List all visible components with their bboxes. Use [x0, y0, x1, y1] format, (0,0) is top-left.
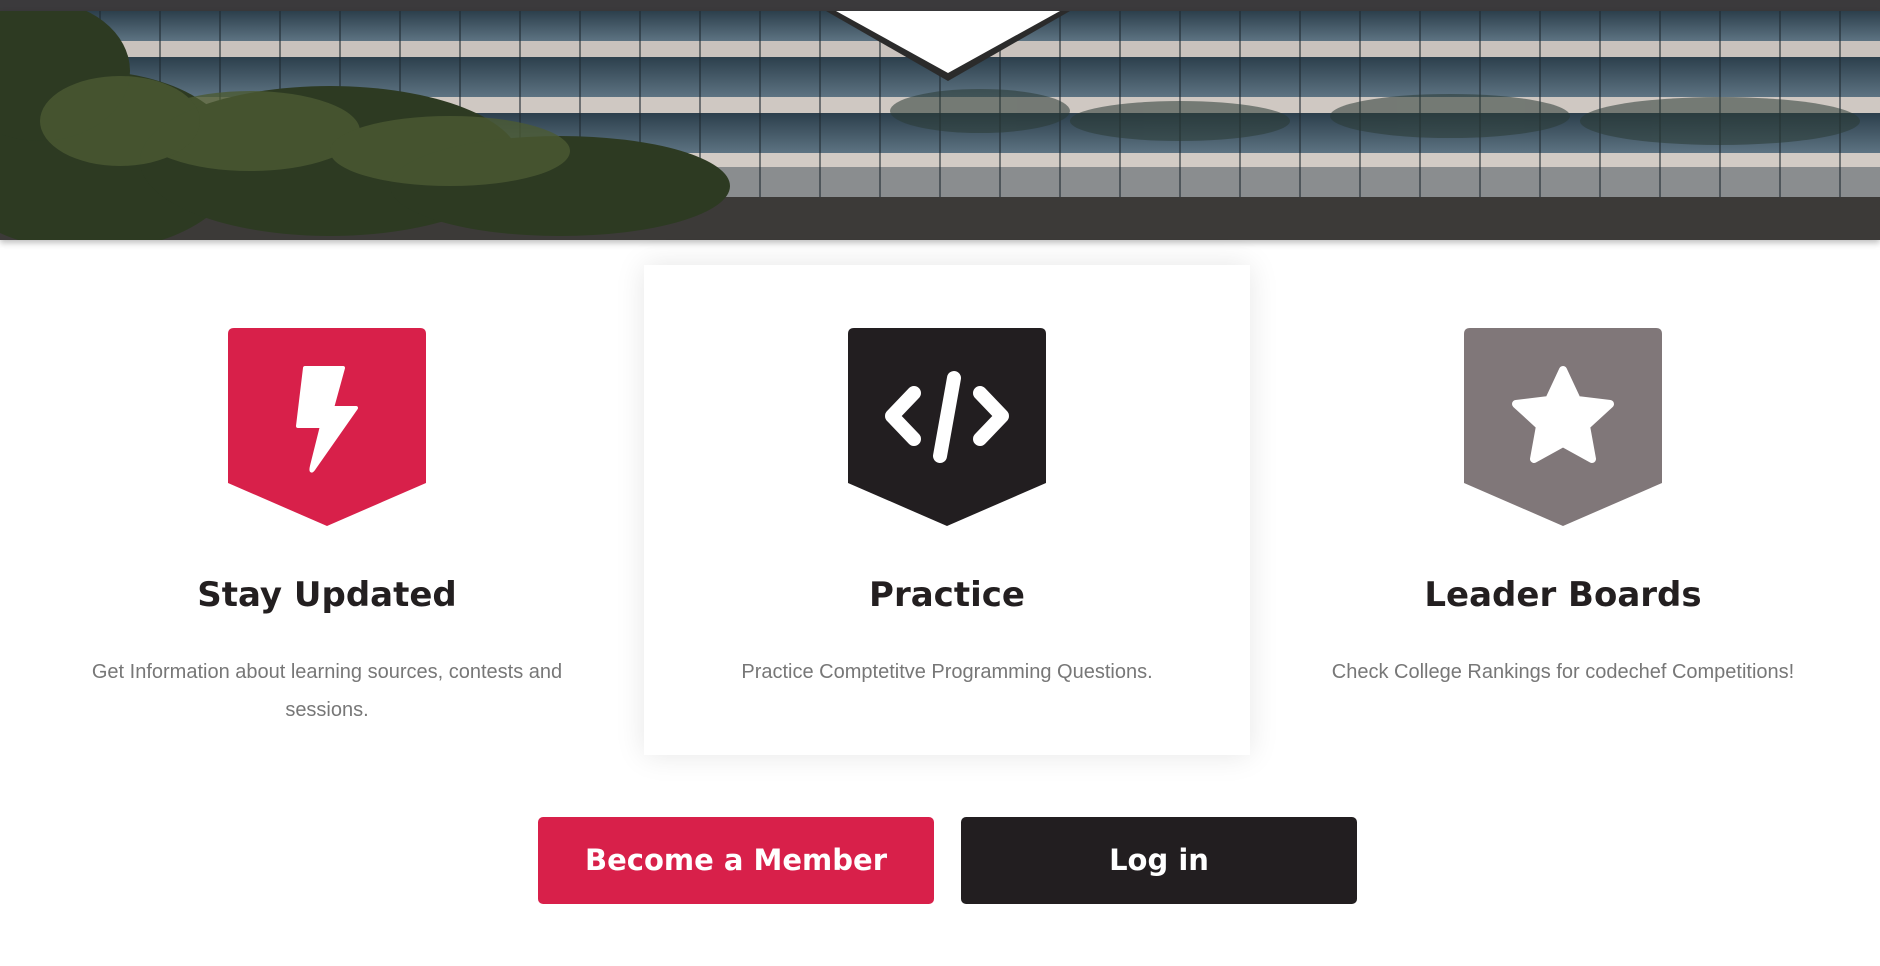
feature-description: Practice Comptetitve Programming Questio…	[741, 661, 1153, 683]
feature-title: Leader Boards	[1424, 575, 1702, 615]
feature-description: Get Information about learning sources, …	[91, 661, 563, 721]
badge-practice	[848, 328, 1046, 526]
hero-banner	[0, 11, 1880, 240]
badge-leader-boards	[1464, 328, 1662, 526]
building-photo	[0, 11, 1880, 240]
feature-title: Stay Updated	[197, 575, 457, 615]
feature-title: Practice	[869, 575, 1025, 615]
feature-practice: Practice Practice Comptetitve Programmin…	[644, 265, 1250, 755]
browser-top-bar	[0, 0, 1880, 11]
feature-leader-boards: Leader Boards Check College Rankings for…	[1260, 265, 1866, 755]
feature-description: Check College Rankings for codechef Comp…	[1331, 661, 1795, 683]
feature-stay-updated: Stay Updated Get Information about learn…	[24, 265, 630, 755]
badge-stay-updated	[228, 328, 426, 526]
become-member-button[interactable]: Become a Member	[538, 817, 934, 904]
login-button[interactable]: Log in	[961, 817, 1357, 904]
